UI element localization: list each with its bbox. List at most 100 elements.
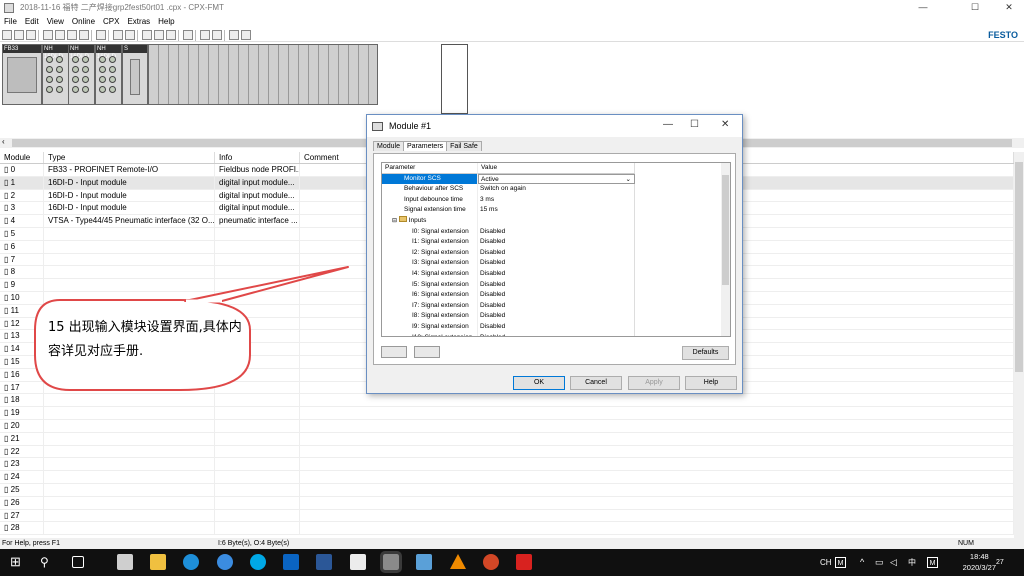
windows-start-icon[interactable]: ⊞ (10, 554, 26, 570)
table-row[interactable]: ▯ 18 (0, 394, 1014, 408)
save-button[interactable] (414, 346, 440, 358)
file-explorer-icon[interactable] (150, 554, 166, 570)
menu-help[interactable]: Help (154, 16, 178, 28)
tray-chevron-icon[interactable]: ^ (860, 549, 864, 576)
calculator-icon[interactable] (117, 554, 133, 570)
input-parameter-row[interactable]: I0: Signal extension Disabled (382, 226, 730, 238)
table-row[interactable]: ▯ 24 (0, 471, 1014, 484)
module-list-icon[interactable] (125, 30, 135, 40)
table-row[interactable]: ▯ 26 (0, 496, 1014, 510)
help-button[interactable]: Help (685, 376, 737, 390)
minimize-button[interactable]: — (663, 119, 673, 130)
menu-file[interactable]: File (0, 16, 21, 28)
input-language[interactable]: CH (820, 549, 832, 576)
menu-cpx[interactable]: CPX (99, 16, 123, 28)
acrobat-icon[interactable] (516, 554, 532, 570)
ime-indicator[interactable]: 中 (908, 549, 916, 576)
hardware-module-2[interactable]: NH 16DI-D (68, 44, 95, 105)
outlook-icon[interactable] (283, 554, 299, 570)
parameter-row[interactable]: Monitor SCS Active ⌄ (382, 173, 730, 185)
table-row[interactable]: ▯ 28 (0, 522, 1014, 536)
input-parameter-row[interactable]: I2: Signal extension Disabled (382, 247, 730, 259)
parameter-scrollbar[interactable] (721, 163, 730, 336)
edge-icon[interactable] (183, 554, 199, 570)
report-icon[interactable] (183, 30, 193, 40)
table-row[interactable]: ▯ 25 (0, 483, 1014, 497)
minimize-button[interactable]: — (908, 0, 938, 15)
new-file-icon[interactable] (2, 30, 12, 40)
delete-icon[interactable] (43, 30, 53, 40)
properties-icon[interactable] (96, 30, 106, 40)
ime-mode-icon[interactable]: M (835, 557, 846, 568)
cut-icon[interactable] (55, 30, 65, 40)
copy-icon[interactable] (67, 30, 77, 40)
paste-icon[interactable] (79, 30, 89, 40)
menu-view[interactable]: View (43, 16, 68, 28)
cpx-fmt-taskbar-icon[interactable] (380, 551, 402, 573)
scrollbar-thumb[interactable] (722, 175, 729, 285)
volume-icon[interactable]: ◁ (890, 549, 897, 576)
hardware-module-fb33[interactable]: FB33 (2, 44, 42, 105)
input-parameter-row[interactable]: I7: Signal extension Disabled (382, 300, 730, 312)
table-row[interactable]: ▯ 21 (0, 432, 1014, 446)
table-row[interactable]: ▯ 22 (0, 445, 1014, 459)
connect-icon[interactable] (154, 30, 164, 40)
tab-fail-safe[interactable]: Fail Safe (446, 141, 482, 151)
open-folder-button[interactable] (381, 346, 407, 358)
word-icon[interactable] (316, 554, 332, 570)
cancel-button[interactable]: Cancel (570, 376, 622, 390)
online-icon[interactable] (142, 30, 152, 40)
input-parameter-row[interactable]: I6: Signal extension Disabled (382, 290, 730, 301)
vertical-scrollbar[interactable] (1014, 152, 1024, 538)
chevron-down-icon[interactable]: ⌄ (626, 175, 631, 184)
defaults-button[interactable]: Defaults (682, 346, 729, 360)
input-parameter-row[interactable]: I4: Signal extension Disabled (382, 268, 730, 280)
document-icon[interactable] (350, 554, 366, 570)
table-row[interactable]: ▯ 20 (0, 419, 1014, 433)
hardware-module-1[interactable]: NH 16DI-D (42, 44, 69, 105)
scroll-left-icon[interactable]: ‹ (2, 137, 5, 146)
powerpoint-icon[interactable] (483, 554, 499, 570)
column-module[interactable]: Module (0, 152, 44, 163)
input-parameter-row[interactable]: I1: Signal extension Disabled (382, 237, 730, 248)
save-icon[interactable] (26, 30, 36, 40)
input-parameter-row[interactable]: I9: Signal extension Disabled (382, 321, 730, 333)
collapse-icon[interactable]: ⊟ (392, 218, 397, 224)
close-button[interactable]: ✕ (994, 0, 1024, 15)
parameter-value-dropdown[interactable]: Active ⌄ (478, 173, 635, 185)
menu-online[interactable]: Online (68, 16, 99, 28)
column-info[interactable]: Info (215, 152, 300, 163)
system-clock[interactable]: 18:48 2020/3/27 (963, 551, 996, 573)
ime-keyboard-icon[interactable]: M (927, 557, 938, 568)
network-icon[interactable]: ▭ (875, 549, 884, 576)
hardware-module-3[interactable]: NH 16DI-D (95, 44, 122, 105)
parameter-row[interactable]: Signal extension time 15 ms (382, 205, 730, 216)
menu-extras[interactable]: Extras (123, 16, 154, 28)
input-parameter-row[interactable]: I3: Signal extension Disabled (382, 258, 730, 269)
zoom-icon[interactable] (229, 30, 239, 40)
internet-explorer-icon[interactable] (217, 554, 233, 570)
table-row[interactable]: ▯ 19 (0, 407, 1014, 420)
menu-edit[interactable]: Edit (21, 16, 43, 28)
hardware-module-4[interactable]: S (122, 44, 148, 105)
valve-terminal[interactable] (148, 44, 378, 105)
input-parameter-row[interactable]: I5: Signal extension Disabled (382, 279, 730, 291)
input-parameter-row[interactable]: I10: Signal extension Disabled (382, 332, 730, 336)
close-button[interactable]: ✕ (721, 119, 729, 130)
diagnosis-icon[interactable] (166, 30, 176, 40)
inputs-group-row[interactable]: ⊟ Inputs (382, 215, 730, 227)
table-row[interactable]: ▯ 27 (0, 509, 1014, 523)
search-icon[interactable]: ⚲ (40, 554, 56, 570)
table-row[interactable]: ▯ 23 (0, 458, 1014, 472)
skype-icon[interactable] (250, 554, 266, 570)
tab-parameters[interactable]: Parameters (402, 141, 448, 151)
maximize-button[interactable]: ☐ (690, 119, 699, 130)
tab-module[interactable]: Module (373, 141, 404, 151)
maximize-button[interactable]: ☐ (960, 0, 990, 15)
apply-button[interactable]: Apply (628, 376, 680, 390)
input-parameter-row[interactable]: I8: Signal extension Disabled (382, 311, 730, 322)
print-preview-icon[interactable] (212, 30, 222, 40)
parameter-row[interactable]: Input debounce time 3 ms (382, 194, 730, 206)
app-icon[interactable] (416, 554, 432, 570)
task-view-icon[interactable] (72, 556, 84, 568)
